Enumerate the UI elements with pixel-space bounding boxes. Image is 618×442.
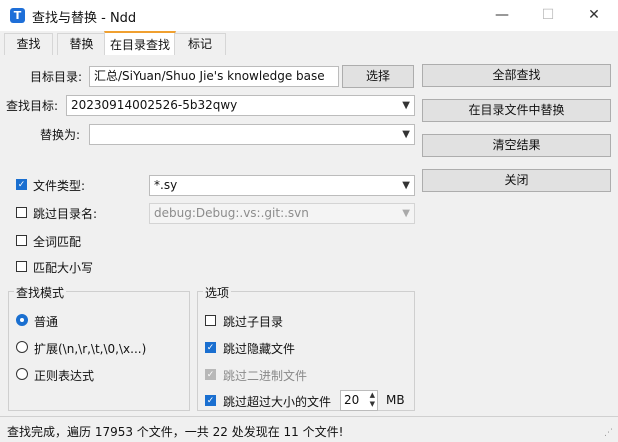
size-unit-label: MB: [386, 393, 405, 407]
clear-results-button[interactable]: 清空结果: [422, 134, 611, 157]
tab-replace[interactable]: 替换: [57, 33, 106, 55]
replace-with-combo[interactable]: ▼: [89, 124, 415, 145]
tab-find-in-directory[interactable]: 在目录查找: [104, 31, 176, 57]
whole-word-checkbox[interactable]: [16, 235, 27, 246]
tab-mark[interactable]: 标记: [174, 33, 226, 55]
app-icon: T: [10, 8, 25, 23]
file-type-combo[interactable]: *.sy ▼: [149, 175, 415, 196]
mode-normal-label: 普通: [34, 315, 59, 329]
find-all-button[interactable]: 全部查找: [422, 64, 611, 87]
file-type-value: *.sy: [154, 178, 178, 192]
skip-dir-checkbox[interactable]: [16, 207, 27, 218]
size-limit-spinbox[interactable]: 20 ▲ ▼: [340, 390, 378, 411]
target-dir-label: 目标目录:: [30, 70, 83, 84]
file-type-checkbox[interactable]: ✓: [16, 179, 27, 190]
skip-hidden-label: 跳过隐藏文件: [223, 342, 296, 356]
spin-arrows-icon[interactable]: ▲ ▼: [370, 391, 375, 409]
replace-in-files-button[interactable]: 在目录文件中替换: [422, 99, 611, 122]
chevron-down-icon[interactable]: ▼: [402, 96, 410, 115]
skip-dir-combo: debug:Debug:.vs:.git:.svn ▼: [149, 203, 415, 224]
resize-grip-icon[interactable]: ⋰: [604, 428, 613, 438]
chevron-down-icon[interactable]: ▼: [402, 125, 410, 144]
window-title: 查找与替换 - Ndd: [32, 11, 137, 26]
match-case-label: 匹配大小写: [33, 261, 94, 275]
chevron-down-icon: ▼: [402, 208, 410, 219]
chevron-down-icon[interactable]: ▼: [402, 176, 410, 195]
mode-normal-radio[interactable]: [16, 314, 28, 326]
browse-button[interactable]: 选择: [342, 65, 414, 88]
match-case-checkbox[interactable]: [16, 261, 27, 272]
find-target-label: 查找目标:: [6, 99, 59, 113]
status-text: 查找完成，遍历 17953 个文件，一共 22 处发现在 11 个文件!: [7, 425, 344, 439]
skip-dir-value: debug:Debug:.vs:.git:.svn: [154, 206, 309, 220]
target-dir-value: 汇总/SiYuan/Shuo Jie's knowledge base: [94, 69, 325, 83]
close-button[interactable]: 关闭: [422, 169, 611, 192]
find-target-combo[interactable]: 20230914002526-5b32qwy ▼: [66, 95, 415, 116]
whole-word-label: 全词匹配: [33, 235, 82, 249]
skip-large-checkbox[interactable]: ✓: [205, 395, 216, 406]
minimize-button[interactable]: —: [479, 0, 525, 31]
mode-extended-label: 扩展(\n,\r,\t,\0,\x...): [34, 342, 147, 356]
search-mode-title: 查找模式: [14, 284, 67, 301]
skip-subdir-checkbox[interactable]: [205, 315, 216, 326]
target-dir-input[interactable]: 汇总/SiYuan/Shuo Jie's knowledge base: [89, 66, 339, 87]
skip-subdir-label: 跳过子目录: [223, 315, 284, 329]
options-title: 选项: [203, 284, 232, 301]
mode-extended-radio[interactable]: [16, 341, 28, 353]
skip-binary-label: 跳过二进制文件: [223, 369, 308, 383]
maximize-button[interactable]: ☐: [525, 0, 571, 31]
skip-binary-checkbox: ✓: [205, 369, 216, 380]
mode-regex-radio[interactable]: [16, 368, 28, 380]
skip-dir-label: 跳过目录名:: [33, 207, 98, 221]
mode-regex-label: 正则表达式: [34, 369, 95, 383]
replace-with-label: 替换为:: [40, 128, 81, 142]
skip-hidden-checkbox[interactable]: ✓: [205, 342, 216, 353]
find-target-value: 20230914002526-5b32qwy: [71, 98, 238, 112]
tab-find[interactable]: 查找: [4, 33, 53, 55]
skip-large-label: 跳过超过大小的文件: [223, 395, 332, 409]
file-type-label: 文件类型:: [33, 179, 86, 193]
size-limit-value: 20: [344, 393, 360, 407]
close-window-button[interactable]: ✕: [571, 0, 617, 31]
